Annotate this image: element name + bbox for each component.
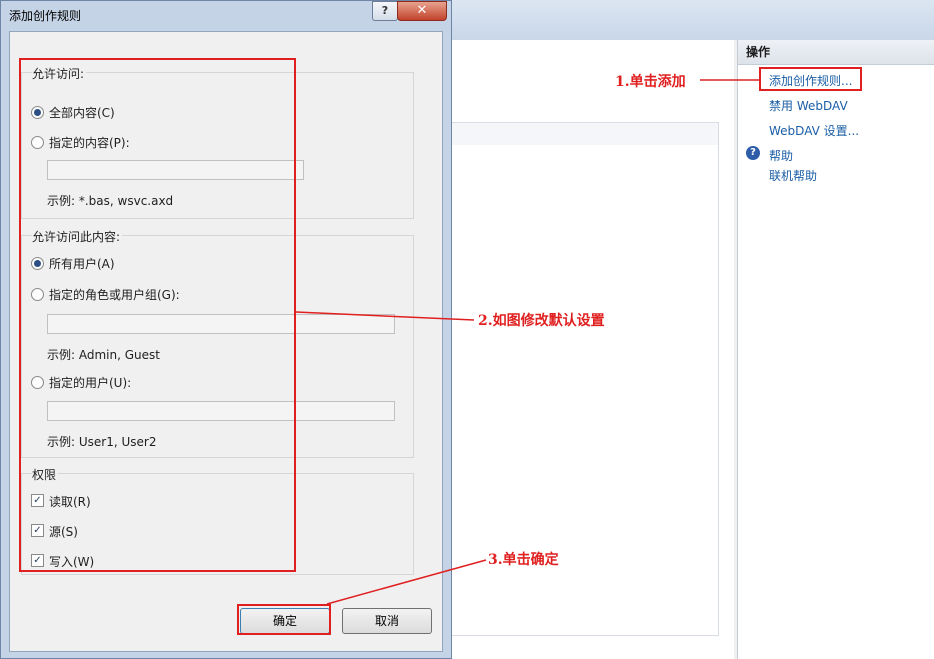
- annotation-lines: [295, 79, 759, 605]
- annotation-line-step2: [295, 311, 475, 321]
- annotation-step3: 3.单击确定: [488, 552, 559, 568]
- annotation-line-step3: [326, 559, 487, 605]
- annotation-step1: 1.单击添加: [615, 74, 686, 90]
- annotation-step2: 2.如图修改默认设置: [478, 313, 605, 329]
